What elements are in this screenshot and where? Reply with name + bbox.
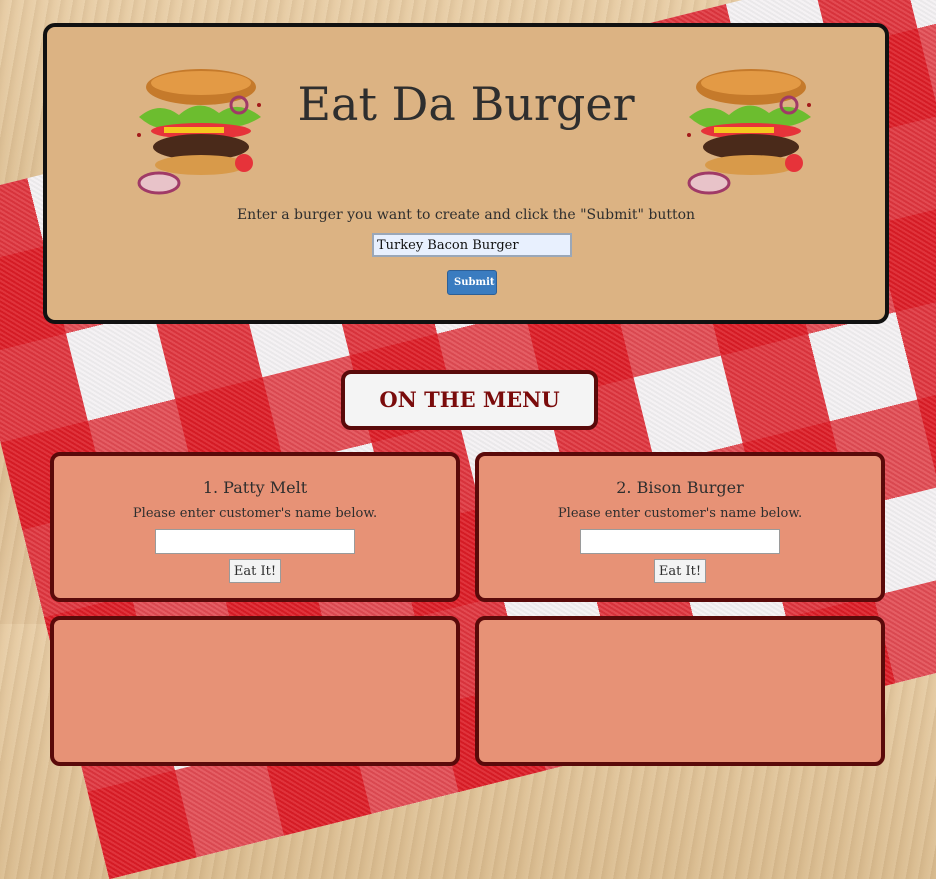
customer-prompt: Please enter customer's name below.	[557, 506, 803, 521]
instructions-text: Enter a burger you want to create and cl…	[236, 207, 696, 223]
submit-button[interactable]: Submit	[447, 270, 497, 295]
burger-name-input[interactable]	[372, 233, 572, 257]
eat-it-button[interactable]: Eat It!	[228, 559, 282, 583]
customer-name-input[interactable]	[155, 529, 355, 554]
menu-item-card: 1. Patty Melt Please enter customer's na…	[50, 452, 460, 602]
page-title: Eat Da Burger	[297, 77, 635, 131]
burger-name: 2. Bison Burger	[616, 478, 744, 497]
customer-prompt: Please enter customer's name below.	[132, 506, 378, 521]
menu-item-card	[475, 616, 885, 766]
menu-heading: ON THE MENU	[341, 370, 598, 430]
eat-it-button[interactable]: Eat It!	[653, 559, 707, 583]
menu-item-card	[50, 616, 460, 766]
menu-item-card: 2. Bison Burger Please enter customer's …	[475, 452, 885, 602]
customer-name-input[interactable]	[580, 529, 780, 554]
burger-name: 1. Patty Melt	[202, 478, 308, 497]
header-panel: Eat Da Burger Enter a burger you want to…	[43, 23, 889, 324]
